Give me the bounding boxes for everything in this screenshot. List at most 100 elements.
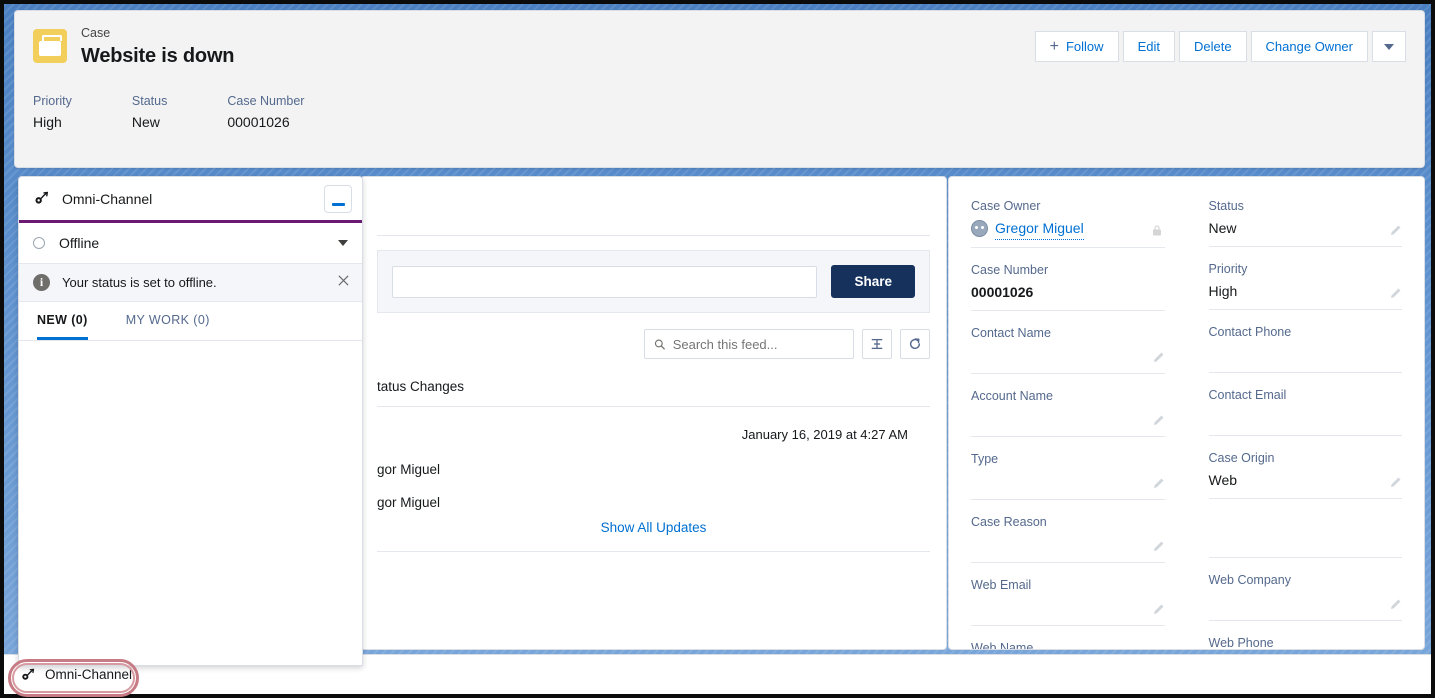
pencil-icon[interactable] (1389, 476, 1402, 489)
field-case-owner: Case Owner Gregor Miguel (971, 197, 1165, 248)
field-label: Contact Email (1209, 386, 1403, 404)
publisher-input[interactable] (392, 266, 817, 298)
field-label: Case Reason (971, 513, 1165, 531)
record-actions: + Follow Edit Delete Change Owner (1035, 31, 1406, 62)
search-icon (654, 338, 666, 351)
field-status: Status New (1209, 197, 1403, 247)
pencil-icon[interactable] (1389, 598, 1402, 611)
status-value: New (132, 112, 167, 132)
field-label: Web Email (971, 576, 1165, 594)
field-label: Case Origin (1209, 449, 1403, 467)
field-value (1209, 406, 1403, 428)
field-value: 00001026 (971, 281, 1165, 303)
tab-my-work[interactable]: MY WORK (0) (126, 302, 210, 340)
field-contact-name: Contact Name (971, 324, 1165, 374)
feed-item-date: January 16, 2019 at 4:27 AM (377, 407, 930, 442)
show-all-updates-link[interactable]: Show All Updates (377, 510, 930, 535)
feed-refresh-button[interactable] (900, 329, 930, 359)
pencil-icon[interactable] (1152, 351, 1165, 364)
omni-status-selector[interactable]: Offline (19, 223, 362, 264)
share-button[interactable]: Share (831, 265, 915, 298)
field-label: Case Number (971, 261, 1165, 279)
feed-item: tatus Changes January 16, 2019 at 4:27 A… (361, 359, 946, 552)
pencil-icon[interactable] (1152, 540, 1165, 553)
pencil-icon[interactable] (1152, 477, 1165, 490)
feed-toolbar (361, 313, 946, 359)
field-label: Priority (1209, 260, 1403, 278)
case-number-value: 00001026 (227, 112, 304, 132)
pencil-icon[interactable] (1152, 414, 1165, 427)
field-label: Account Name (971, 387, 1165, 405)
field-web-name: Web Name (971, 639, 1165, 650)
omni-status-toast: i Your status is set to offline. (19, 264, 362, 302)
briefcase-icon (33, 29, 67, 63)
headset-icon (20, 667, 36, 683)
feed-item-line-1: gor Miguel (377, 442, 930, 477)
field-label: Case Owner (971, 197, 1165, 215)
change-owner-button[interactable]: Change Owner (1251, 31, 1368, 62)
case-owner-link[interactable]: Gregor Miguel (995, 217, 1084, 240)
field-value: New (1209, 217, 1403, 239)
utility-item-label: Omni-Channel (45, 667, 132, 682)
delete-button[interactable]: Delete (1179, 31, 1247, 62)
field-type: Type (971, 450, 1165, 500)
pencil-icon[interactable] (1152, 603, 1165, 616)
field-web-phone: Web Phone (1209, 634, 1403, 650)
highlight-status: Status New (132, 93, 167, 132)
priority-value: High (33, 112, 72, 132)
field-contact-email: Contact Email (1209, 386, 1403, 436)
field-contact-phone: Contact Phone (1209, 323, 1403, 373)
field-value: Gregor Miguel (971, 217, 1165, 240)
field-account-name: Account Name (971, 387, 1165, 437)
follow-label: Follow (1066, 32, 1104, 61)
feed-item-line-2: gor Miguel (377, 477, 930, 510)
app-window: Case Website is down + Follow Edit Delet… (0, 0, 1435, 698)
field-label: Web Phone (1209, 634, 1403, 650)
field-value (971, 533, 1165, 555)
field-label: Contact Phone (1209, 323, 1403, 341)
omni-work-list (19, 341, 362, 665)
field-label: Web Company (1209, 571, 1403, 589)
details-left-column: Case Owner Gregor Miguel Case Number 000… (971, 197, 1187, 650)
field-label: Contact Name (971, 324, 1165, 342)
pencil-icon[interactable] (1389, 287, 1402, 300)
record-header-top: Case Website is down + Follow Edit Delet… (15, 11, 1424, 69)
close-icon[interactable] (337, 274, 350, 292)
field-value: Web (1209, 469, 1403, 491)
more-actions-button[interactable] (1372, 31, 1406, 62)
field-case-number: Case Number 00001026 (971, 261, 1165, 311)
chevron-down-icon (338, 240, 348, 246)
offline-circle-icon (33, 237, 45, 249)
omni-channel-header: Omni-Channel (19, 177, 362, 220)
lock-icon (1151, 224, 1163, 237)
tab-new[interactable]: NEW (0) (37, 302, 88, 340)
chevron-down-icon (1384, 44, 1394, 50)
edit-button[interactable]: Edit (1123, 31, 1175, 62)
publisher-row: Share (392, 265, 915, 298)
field-label: Type (971, 450, 1165, 468)
minimize-icon (332, 203, 345, 206)
pencil-icon[interactable] (1389, 224, 1402, 237)
omni-status-label: Offline (59, 235, 99, 251)
feed-search-input[interactable] (673, 337, 844, 352)
feed-search[interactable] (644, 329, 854, 359)
field-case-reason: Case Reason (971, 513, 1165, 563)
omni-channel-panel: Omni-Channel Offline i Your status is se… (18, 176, 363, 666)
status-label: Status (132, 93, 167, 109)
follow-button[interactable]: + Follow (1035, 31, 1119, 62)
minimize-button[interactable] (324, 185, 352, 213)
feed-item-title: tatus Changes (377, 379, 930, 394)
highlights-fields: Priority High Status New Case Number 000… (15, 69, 1424, 132)
avatar (971, 220, 988, 237)
plus-icon: + (1050, 39, 1059, 55)
priority-label: Priority (33, 93, 72, 109)
feed-sort-button[interactable] (862, 329, 892, 359)
field-value (971, 470, 1165, 492)
page-title: Website is down (81, 43, 234, 69)
field-value (971, 596, 1165, 618)
field-web-email: Web Email (971, 576, 1165, 626)
info-icon: i (33, 274, 50, 291)
publisher-box: Share (377, 250, 930, 313)
sort-icon (870, 337, 884, 351)
details-panel: Case Owner Gregor Miguel Case Number 000… (948, 176, 1425, 650)
